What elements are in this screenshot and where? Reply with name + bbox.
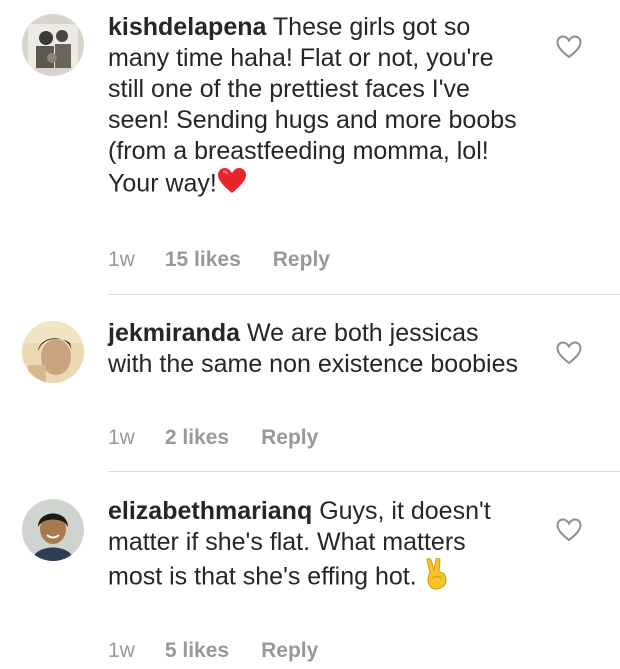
comment-username[interactable]: elizabethmarianq [108,497,312,525]
red-heart-icon [217,167,247,203]
comment-meta: 1w 5 likes Reply [108,637,318,665]
comment-text: kishdelapena These girls got so many tim… [108,12,518,203]
comment-username[interactable]: kishdelapena [108,13,266,41]
reply-button[interactable]: Reply [261,426,318,450]
comment-likes-count[interactable]: 5 likes [165,639,229,663]
comment-likes-count[interactable]: 2 likes [165,426,229,450]
comment-meta: 1w 2 likes Reply [108,424,318,452]
comment-username[interactable]: jekmiranda [108,319,240,347]
like-heart-icon[interactable] [556,35,582,59]
avatar[interactable] [22,321,84,383]
victory-hand-icon [424,557,450,598]
comment-meta: 1w 15 likes Reply [108,246,330,274]
comment-likes-count[interactable]: 15 likes [165,248,241,272]
comment-timestamp: 1w [108,639,135,662]
avatar[interactable] [22,14,84,76]
comment-timestamp: 1w [108,426,135,449]
reply-button[interactable]: Reply [261,639,318,663]
like-heart-icon[interactable] [556,341,582,365]
divider [108,294,620,295]
comment-timestamp: 1w [108,248,135,271]
comment-text: elizabethmarianq Guys, it doesn't matter… [108,496,518,598]
like-heart-icon[interactable] [556,518,582,542]
divider [108,471,620,472]
comment-text: jekmiranda We are both jessicas with the… [108,318,518,380]
avatar[interactable] [22,499,84,561]
reply-button[interactable]: Reply [273,248,330,272]
